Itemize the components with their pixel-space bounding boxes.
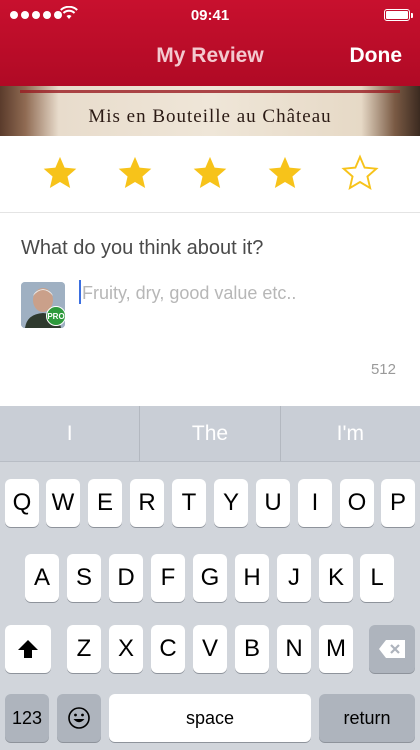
status-bar: 09:41	[0, 0, 420, 30]
done-button[interactable]: Done	[350, 44, 403, 68]
nav-header: 09:41 My Review Done	[0, 0, 420, 86]
text-cursor	[79, 280, 81, 304]
star-rating	[0, 136, 420, 213]
key[interactable]: O	[340, 479, 374, 527]
review-input[interactable]	[82, 281, 402, 305]
key[interactable]: X	[109, 625, 143, 673]
space-key[interactable]: space	[109, 694, 311, 742]
star-icon[interactable]	[116, 154, 154, 192]
key[interactable]: V	[193, 625, 227, 673]
char-counter: 512	[370, 361, 396, 378]
return-key[interactable]: return	[319, 694, 415, 742]
backspace-icon	[379, 640, 405, 658]
star-icon[interactable]	[266, 154, 304, 192]
suggestion-bar: I The I'm	[0, 406, 420, 462]
wine-label-text: Mis en Bouteille au Château	[88, 106, 332, 127]
star-icon[interactable]	[191, 154, 229, 192]
key[interactable]: D	[109, 554, 143, 602]
delete-key[interactable]	[369, 625, 415, 673]
key[interactable]: E	[88, 479, 122, 527]
key[interactable]: F	[151, 554, 185, 602]
key[interactable]: S	[67, 554, 101, 602]
key[interactable]: W	[46, 479, 80, 527]
key-row-3: Z X C V B N M	[0, 625, 420, 673]
key[interactable]: U	[256, 479, 290, 527]
key[interactable]: R	[130, 479, 164, 527]
key[interactable]: L	[360, 554, 394, 602]
star-outline-icon[interactable]	[341, 154, 379, 192]
label-band	[20, 90, 400, 93]
key[interactable]: J	[277, 554, 311, 602]
key[interactable]: B	[235, 625, 269, 673]
suggestion-item[interactable]: I	[0, 406, 141, 461]
emoji-icon	[68, 707, 90, 729]
key[interactable]: C	[151, 625, 185, 673]
key[interactable]: Q	[5, 479, 39, 527]
battery-icon	[384, 9, 413, 21]
key[interactable]: I	[298, 479, 332, 527]
suggestion-item[interactable]: I'm	[281, 406, 420, 461]
key-row-2: A S D F G H J K L	[0, 554, 420, 602]
status-time: 09:41	[190, 7, 230, 24]
key-row-1: Q W E R T Y U I O P	[0, 479, 420, 527]
review-prompt: What do you think about it?	[21, 237, 264, 259]
key-row-4: 123 space return	[0, 694, 420, 742]
key[interactable]: K	[319, 554, 353, 602]
avatar: PRO	[21, 282, 65, 328]
key[interactable]: M	[319, 625, 353, 673]
pro-badge: PRO	[46, 306, 65, 326]
key[interactable]: H	[235, 554, 269, 602]
emoji-key[interactable]	[57, 694, 101, 742]
wine-label-photo: Mis en Bouteille au Château	[0, 86, 420, 136]
key[interactable]: P	[381, 479, 415, 527]
key[interactable]: A	[25, 554, 59, 602]
shift-key[interactable]	[5, 625, 51, 673]
key[interactable]: Z	[67, 625, 101, 673]
key[interactable]: N	[277, 625, 311, 673]
star-icon[interactable]	[41, 154, 79, 192]
key[interactable]: G	[193, 554, 227, 602]
shift-icon	[18, 640, 38, 658]
numbers-key[interactable]: 123	[5, 694, 49, 742]
key[interactable]: Y	[214, 479, 248, 527]
keyboard: I The I'm Q W E R T Y U I O P A S D F G …	[0, 406, 420, 750]
suggestion-item[interactable]: The	[140, 406, 281, 461]
key[interactable]: T	[172, 479, 206, 527]
